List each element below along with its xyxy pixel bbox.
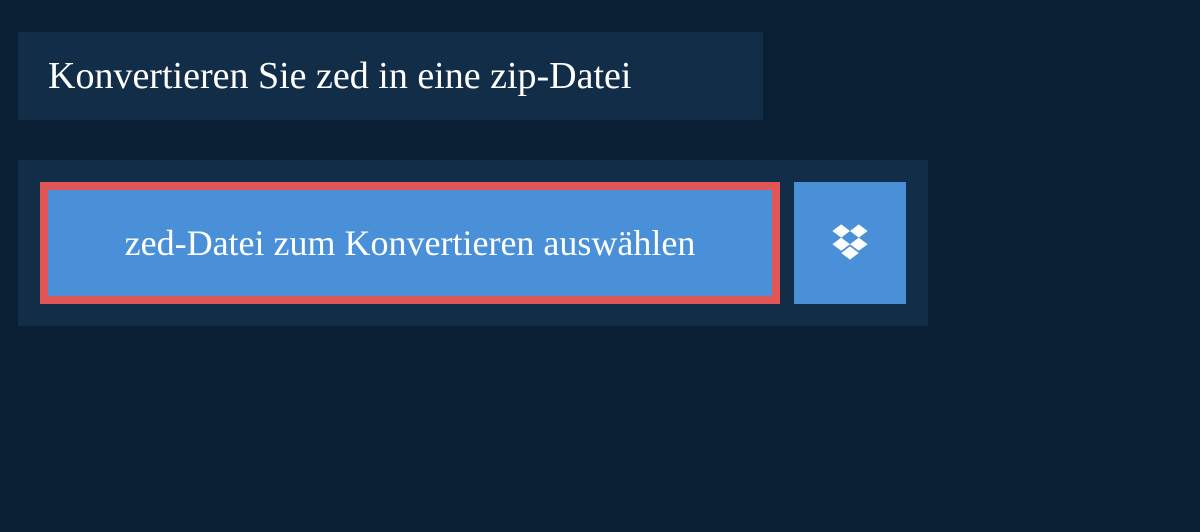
dropbox-icon — [828, 220, 872, 267]
page-title: Konvertieren Sie zed in eine zip-Datei — [48, 54, 733, 98]
upload-panel: zed-Datei zum Konvertieren auswählen — [18, 160, 928, 326]
dropbox-button[interactable] — [794, 182, 906, 304]
header-bar: Konvertieren Sie zed in eine zip-Datei — [18, 32, 763, 120]
select-file-label: zed-Datei zum Konvertieren auswählen — [125, 222, 696, 264]
select-file-button[interactable]: zed-Datei zum Konvertieren auswählen — [40, 182, 780, 304]
